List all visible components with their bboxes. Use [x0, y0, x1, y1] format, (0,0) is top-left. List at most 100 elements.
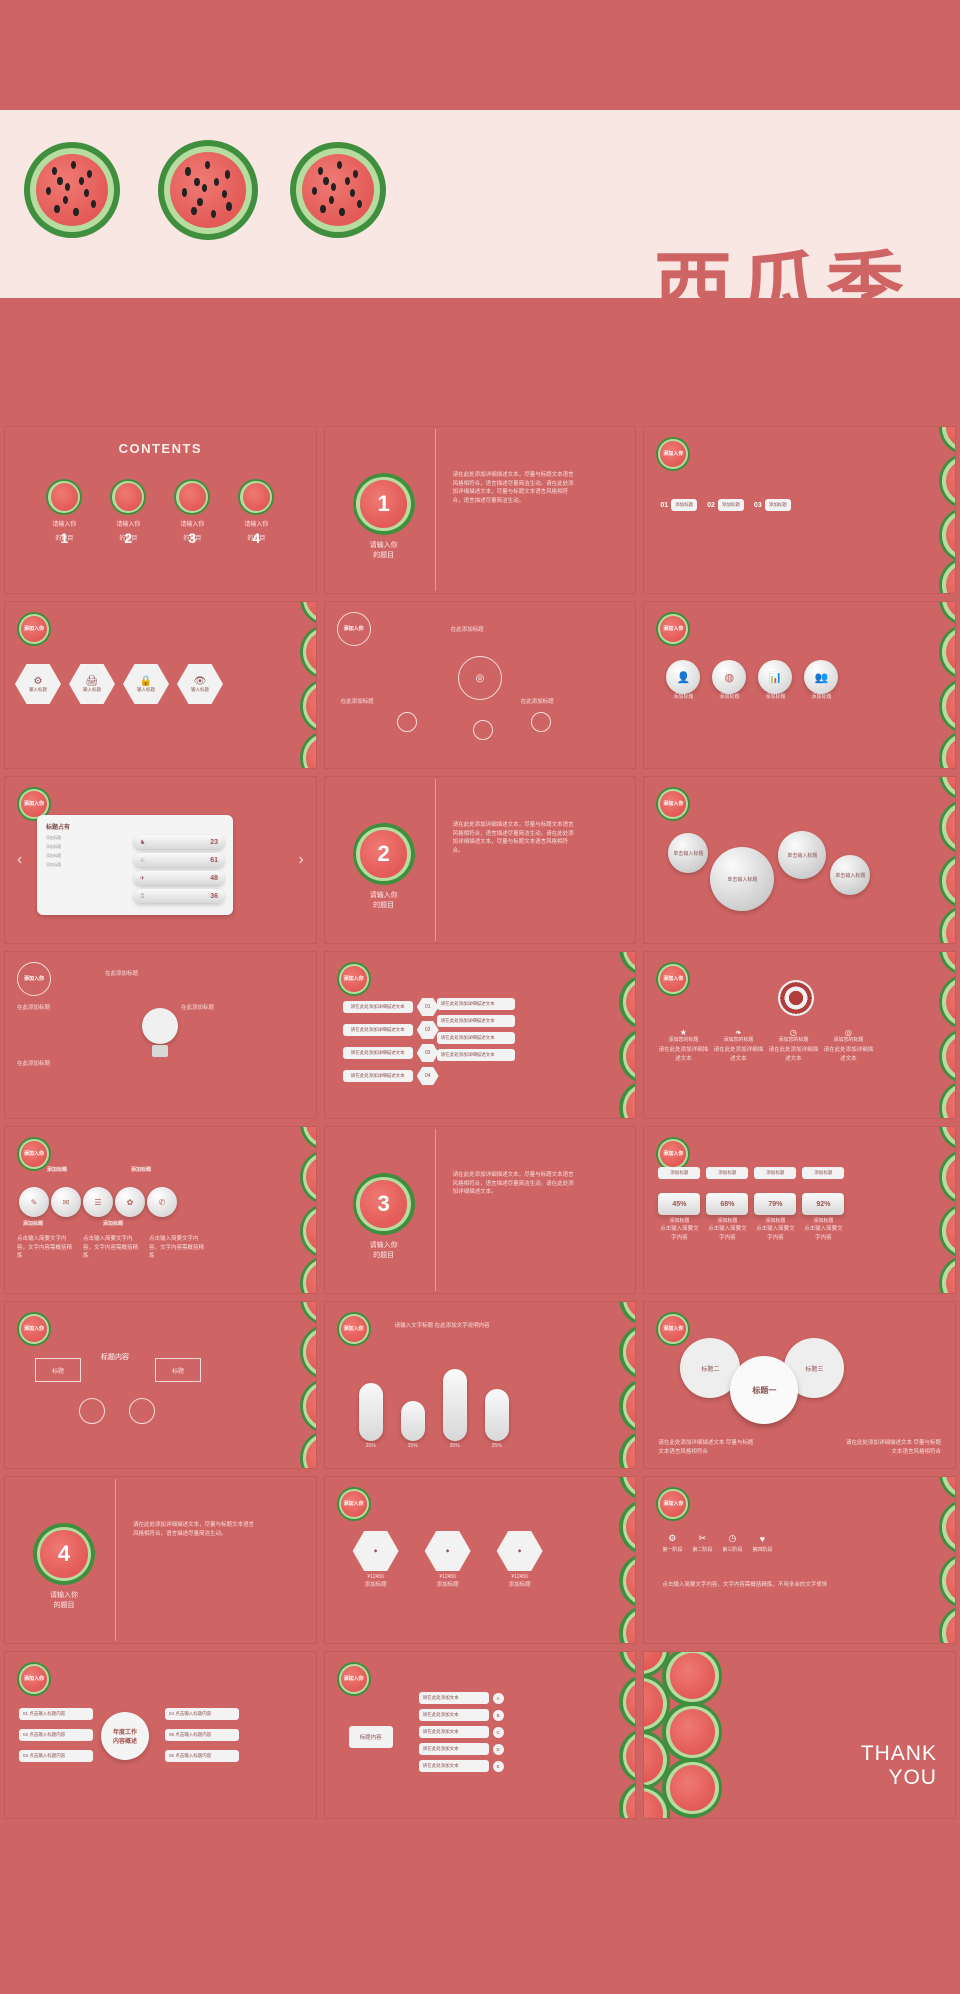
- chart-bar: [358, 1383, 383, 1441]
- tab[interactable]: 添加标题: [802, 1167, 845, 1179]
- list-item[interactable]: 02 点击输入标题内容: [19, 1729, 93, 1741]
- gear-item[interactable]: 单击输入标题: [830, 855, 871, 895]
- slide-four-hex[interactable]: 添加入你 ⚙ 输入标题 🖨 输入标题 🔒 输入标题 👁 输入标题: [4, 601, 317, 769]
- list-item[interactable]: 01 点击输入标题内容: [19, 1708, 93, 1720]
- slide-stats-card[interactable]: 添加入你 ‹ › 标题占有 添加标题 添加标题 添加标题 添加标题 ♞ 23 ♘ 6…: [4, 776, 317, 944]
- spoke-circle[interactable]: [472, 720, 493, 740]
- flow-box-right[interactable]: 标题: [155, 1358, 201, 1382]
- slide-flow-boxes[interactable]: 添加入你 标题 标题内容 标题: [4, 1301, 317, 1469]
- flow-box-left[interactable]: 标题: [35, 1358, 81, 1382]
- list-item[interactable]: 06 点击输入标题内容: [165, 1750, 239, 1762]
- hex-stat[interactable]: ◆: [496, 1531, 543, 1571]
- slide-overlap-circles[interactable]: 添加入你 标题二 标题三 标题一 请在此处添加详细描述文本 尽量与标题文本语言风…: [643, 1301, 956, 1469]
- tab[interactable]: 添加标题: [706, 1167, 749, 1179]
- item-number: 03: [416, 1044, 439, 1062]
- sphere-icon[interactable]: ◍: [712, 660, 747, 694]
- hex-item[interactable]: ⚙ 输入标题: [15, 664, 61, 704]
- item-number: 01: [416, 998, 439, 1016]
- slide-thank-you[interactable]: THANK YOU: [643, 1651, 956, 1819]
- slide-section-2[interactable]: 2 请输入你 的题目 请在此处添加详细描述文本，尽量与标题文本语言风格相符合，语…: [323, 776, 637, 944]
- badge: 添加入你: [656, 787, 691, 821]
- slide-bar-chart[interactable]: 添加入你 请输入文字标题 在此添加文字说明内容 25% 15% 35% 25%: [323, 1301, 637, 1469]
- slide-timeline-circles[interactable]: 添加入你 添加标题 添加标题 ✎ ✉ ☰ ✿ ✆ 添加标题 添加标题 点击输入简…: [4, 1126, 317, 1294]
- slide-target[interactable]: 添加入你 ★ 添加您的标题 请在此处添加详细描述文本 ❧ 添加您的标题 请在此处添加详细…: [643, 951, 956, 1119]
- slide-section-4[interactable]: 4 请输入你 的题目 请在此处添加详细描述文本，尽量与标题文本语言风格相符合，语…: [4, 1476, 317, 1644]
- slide-contents[interactable]: CONTENTS 1 请输入你 的题目 2 请输入你 的题目 3 请输入你 的题…: [4, 426, 317, 594]
- timeline-node[interactable]: ✆: [147, 1187, 177, 1217]
- thank-you-line1: THANK: [860, 1742, 937, 1765]
- gear-item[interactable]: 单击输入标题: [778, 831, 827, 879]
- hex-stat[interactable]: ◆: [352, 1531, 399, 1571]
- list-item[interactable]: 1 请输入你 的题目: [41, 479, 87, 546]
- timeline-node[interactable]: ✉: [51, 1187, 81, 1217]
- branch-item[interactable]: 请在此处添加文本: [418, 1692, 489, 1704]
- list-item[interactable]: 请在此处添加详细描述文本 04: [342, 1067, 439, 1085]
- slide-hub-spoke[interactable]: 添加入你 ◎ 在此添加标题 在此添加标题 在此添加标题: [323, 601, 637, 769]
- hex-label: 输入标题: [83, 686, 101, 692]
- list-item[interactable]: 03 点击输入标题内容: [19, 1750, 93, 1762]
- slide-gears[interactable]: 添加入你 单击输入标题 单击输入标题 单击输入标题 单击输入标题: [643, 776, 956, 944]
- branch-item[interactable]: 请在此处添加文本: [418, 1760, 489, 1772]
- timeline-node[interactable]: ✿: [115, 1187, 145, 1217]
- melon-edge-decoration: [913, 777, 955, 943]
- slide-lightbulb[interactable]: 添加入你 在此添加标题 在此添加标题 在此添加标题 在此添加标题: [4, 951, 317, 1119]
- list-item[interactable]: 3 请输入你 的题目: [169, 479, 215, 546]
- branch-center[interactable]: 标题内容: [348, 1726, 393, 1748]
- gear-item[interactable]: 单击输入标题: [668, 833, 709, 873]
- slide-four-circles[interactable]: 添加入你 👤 添加标题 ◍ 添加标题 📊 添加标题 👥 添加标题: [643, 601, 956, 769]
- badge: 添加入你: [17, 1137, 51, 1171]
- timeline-node[interactable]: ☰: [83, 1187, 113, 1217]
- stat-bar: ♞ 23: [133, 835, 224, 849]
- slide-arrow-list[interactable]: 添加入你 请在此处添加详细描述文本 01 请在此处添加详细描述文本 02 请在此处添…: [323, 951, 637, 1119]
- list-item[interactable]: 05 点击输入标题内容: [165, 1729, 239, 1741]
- list-item[interactable]: 请在此处添加详细描述文本 01: [342, 998, 439, 1016]
- list-item[interactable]: 2 请输入你 的题目: [105, 479, 151, 546]
- hex-item[interactable]: 🔒 输入标题: [123, 664, 169, 704]
- percent-value: 79%: [768, 1200, 783, 1208]
- flow-node[interactable]: [129, 1398, 155, 1424]
- gear-item[interactable]: 单击输入标题: [710, 847, 775, 911]
- slide-percent-bars[interactable]: 添加入你 添加标题 添加标题 添加标题 添加标题 45% 添加标题 点击输入简要文字…: [643, 1126, 956, 1294]
- chart-icon[interactable]: 📊: [758, 660, 793, 694]
- people-icon[interactable]: 👥: [804, 660, 839, 694]
- slide-section-3[interactable]: 3 请输入你 的题目 请在此处添加详细描述文本，尽量与标题文本语言风格相符合，语…: [323, 1126, 637, 1294]
- overlap-circle-main[interactable]: 标题一: [730, 1356, 799, 1424]
- hex-item[interactable]: 🖨 输入标题: [69, 664, 115, 704]
- list-item[interactable]: 请在此处添加详细描述文本 02: [342, 1021, 439, 1039]
- scissors-icon: ✂: [698, 1533, 707, 1543]
- branch-item[interactable]: 请在此处添加文本: [418, 1709, 489, 1721]
- list-item[interactable]: 4 请输入你 的题目: [233, 479, 279, 546]
- slide-branch-list[interactable]: 添加入你 标题内容 请在此处添加文本 A 请在此处添加文本 B 请在此处添加文本 C …: [323, 1651, 637, 1819]
- branch-item[interactable]: 请在此处添加文本: [418, 1726, 489, 1738]
- branch-letter: D: [492, 1743, 504, 1755]
- slide-three-hex-stats[interactable]: 添加入你 ◆ ¥12456 添加标题 ◆ ¥12456 添加标题 ◆ ¥12456 添加标题: [323, 1476, 637, 1644]
- flow-node[interactable]: [79, 1398, 105, 1424]
- spoke-circle[interactable]: [530, 712, 551, 732]
- slide-three-steps[interactable]: 添加入你 01 添加标题 02 添加标题 03 添加标题: [643, 426, 956, 594]
- hex-item[interactable]: 👁 输入标题: [177, 664, 223, 704]
- branch-item[interactable]: 请在此处添加文本: [418, 1743, 489, 1755]
- slide-icon-timeline[interactable]: 添加入你 ⚙ 第一阶段 ✂ 第二阶段 ◷ 第三阶段 ♥ 第四阶段 点击输入简要文字内容，…: [643, 1476, 956, 1644]
- timeline-node[interactable]: ✎: [19, 1187, 49, 1217]
- prev-arrow-icon[interactable]: ‹: [17, 851, 22, 869]
- badge: 添加入你: [336, 612, 371, 646]
- slide-section-1[interactable]: 1 请输入你 的题目 请在此处添加详细描述文本，尽量与标题文本语言风格相符合，语…: [323, 426, 637, 594]
- hex-label: 输入标题: [29, 686, 47, 692]
- badge: 添加入你: [656, 1312, 691, 1346]
- slide-summary-list[interactable]: 添加入你 01 点击输入标题内容 02 点击输入标题内容 03 点击输入标题内容…: [4, 1651, 317, 1819]
- note: 在此添加标题: [17, 1061, 51, 1067]
- thank-you-line2: YOU: [888, 1766, 937, 1789]
- badge-label: 添加入你: [23, 800, 44, 807]
- user-icon[interactable]: 👤: [666, 660, 701, 694]
- clock-icon: ◷: [728, 1533, 737, 1543]
- hex-stat[interactable]: ◆: [424, 1531, 471, 1571]
- stat-label: 添加标题: [508, 1582, 531, 1588]
- tab[interactable]: 添加标题: [754, 1167, 797, 1179]
- spoke-circle[interactable]: [396, 712, 417, 732]
- item-label: 添加您的标题: [778, 1037, 809, 1043]
- next-arrow-icon[interactable]: ›: [298, 851, 303, 869]
- badge-label: 添加入你: [343, 1675, 364, 1682]
- percent-value: 45%: [672, 1200, 687, 1208]
- list-item[interactable]: 04 点击输入标题内容: [165, 1708, 239, 1720]
- list-item[interactable]: 请在此处添加详细描述文本 03: [342, 1044, 439, 1062]
